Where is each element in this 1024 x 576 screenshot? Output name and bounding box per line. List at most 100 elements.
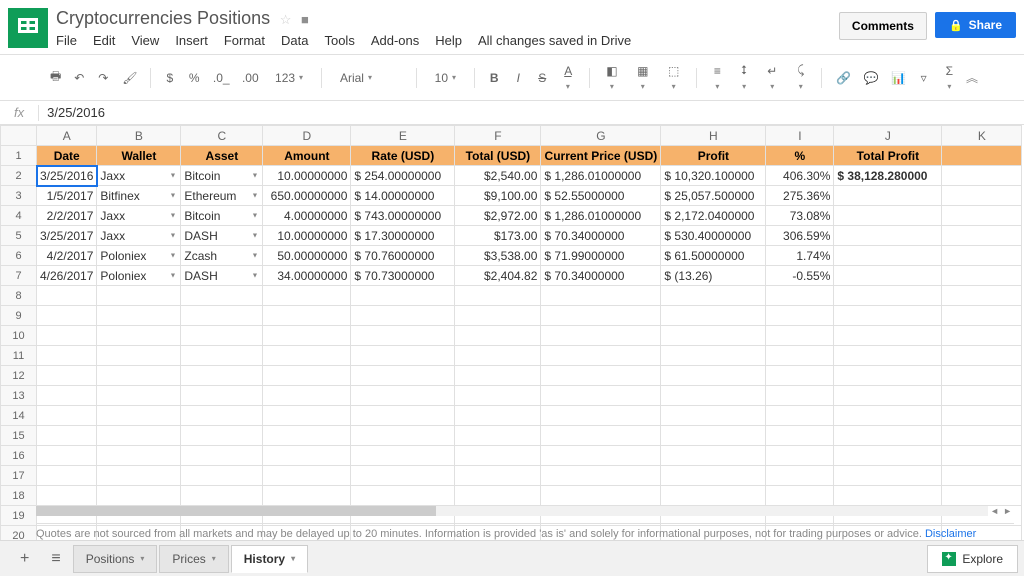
col-header-C[interactable]: C <box>181 126 263 146</box>
cell[interactable] <box>766 366 834 386</box>
cell[interactable] <box>181 306 263 326</box>
cell[interactable] <box>834 186 942 206</box>
cell[interactable]: 3/25/2016 <box>37 166 97 186</box>
row-header[interactable]: 8 <box>1 286 37 306</box>
cell[interactable] <box>541 386 661 406</box>
cell[interactable]: 10.00000000 <box>263 166 351 186</box>
row-header[interactable]: 4 <box>1 206 37 226</box>
cell[interactable] <box>37 306 97 326</box>
cell[interactable] <box>97 326 181 346</box>
dec-decimal-icon[interactable]: .0_ <box>209 67 232 89</box>
cell[interactable]: 406.30% <box>766 166 834 186</box>
cell[interactable]: 4.00000000 <box>263 206 351 226</box>
add-sheet-button[interactable]: + <box>10 544 39 574</box>
cell[interactable] <box>766 346 834 366</box>
cell[interactable] <box>455 346 541 366</box>
cell[interactable] <box>661 286 766 306</box>
row-header[interactable]: 15 <box>1 426 37 446</box>
cell[interactable] <box>942 386 1022 406</box>
cell[interactable] <box>661 326 766 346</box>
row-header[interactable]: 7 <box>1 266 37 286</box>
cell[interactable]: $ 52.55000000 <box>541 186 661 206</box>
inc-decimal-icon[interactable]: .00 <box>238 67 261 89</box>
sheets-logo[interactable] <box>8 8 48 48</box>
cell[interactable]: $ 70.76000000 <box>351 246 455 266</box>
comment-icon[interactable]: 💬 <box>860 67 882 89</box>
cell[interactable]: 306.59% <box>766 226 834 246</box>
row-header[interactable]: 13 <box>1 386 37 406</box>
cell[interactable]: DASH <box>181 266 263 286</box>
italic-icon[interactable]: I <box>509 67 527 89</box>
cell[interactable] <box>455 426 541 446</box>
cell[interactable]: -0.55% <box>766 266 834 286</box>
row-header[interactable]: 17 <box>1 466 37 486</box>
column-title[interactable]: Amount <box>263 146 351 166</box>
strike-icon[interactable]: S <box>533 67 551 89</box>
cell[interactable] <box>766 406 834 426</box>
cell[interactable] <box>181 346 263 366</box>
cell[interactable] <box>37 406 97 426</box>
fill-color-icon[interactable]: ◧ ▾ <box>599 60 624 96</box>
cell[interactable] <box>541 486 661 506</box>
cell[interactable] <box>351 386 455 406</box>
cell[interactable] <box>541 406 661 426</box>
cell[interactable] <box>661 426 766 446</box>
menu-data[interactable]: Data <box>281 33 308 48</box>
text-color-icon[interactable]: A ▾ <box>557 60 578 96</box>
cell[interactable] <box>942 306 1022 326</box>
row-header[interactable]: 2 <box>1 166 37 186</box>
share-button[interactable]: Share <box>935 12 1016 38</box>
currency-icon[interactable]: $ <box>161 67 179 89</box>
cell[interactable] <box>942 166 1022 186</box>
row-header[interactable]: 19 <box>1 506 37 526</box>
cell[interactable] <box>37 486 97 506</box>
cell[interactable] <box>263 426 351 446</box>
menu-file[interactable]: File <box>56 33 77 48</box>
row-header[interactable]: 12 <box>1 366 37 386</box>
cell[interactable]: Jaxx <box>97 166 181 186</box>
cell[interactable] <box>97 466 181 486</box>
cell[interactable] <box>97 366 181 386</box>
row-header[interactable]: 14 <box>1 406 37 426</box>
cell[interactable] <box>766 486 834 506</box>
cell[interactable]: Jaxx <box>97 206 181 226</box>
cell[interactable]: 10.00000000 <box>263 226 351 246</box>
cell[interactable] <box>351 446 455 466</box>
col-header-F[interactable]: F <box>455 126 541 146</box>
cell[interactable]: $3,538.00 <box>455 246 541 266</box>
cell[interactable] <box>97 386 181 406</box>
cell[interactable]: $ 743.00000000 <box>351 206 455 226</box>
fx-value[interactable]: 3/25/2016 <box>39 105 105 120</box>
cell[interactable]: DASH <box>181 226 263 246</box>
cell[interactable] <box>351 426 455 446</box>
cell[interactable] <box>942 246 1022 266</box>
cell[interactable] <box>37 386 97 406</box>
cell[interactable] <box>181 386 263 406</box>
cell[interactable] <box>97 306 181 326</box>
menu-edit[interactable]: Edit <box>93 33 115 48</box>
row-header[interactable]: 1 <box>1 146 37 166</box>
more-formats[interactable]: 123 ▾ <box>267 69 311 87</box>
col-header-K[interactable]: K <box>942 126 1022 146</box>
wrap-icon[interactable]: ↵ ▾ <box>760 60 784 96</box>
filter-icon[interactable]: ▿ <box>915 67 933 89</box>
column-title[interactable]: Wallet <box>97 146 181 166</box>
column-title[interactable]: Total Profit <box>834 146 942 166</box>
cell[interactable] <box>541 366 661 386</box>
cell[interactable]: 50.00000000 <box>263 246 351 266</box>
cell[interactable]: $ 254.00000000 <box>351 166 455 186</box>
cell[interactable] <box>455 486 541 506</box>
cell[interactable] <box>351 326 455 346</box>
cell[interactable]: $ 1,286.01000000 <box>541 206 661 226</box>
row-header[interactable]: 3 <box>1 186 37 206</box>
cell[interactable] <box>455 286 541 306</box>
row-header[interactable]: 5 <box>1 226 37 246</box>
cell[interactable] <box>661 366 766 386</box>
cell[interactable] <box>834 366 942 386</box>
cell[interactable]: 275.36% <box>766 186 834 206</box>
col-header-I[interactable]: I <box>766 126 834 146</box>
cell[interactable] <box>942 326 1022 346</box>
cell[interactable] <box>661 486 766 506</box>
functions-icon[interactable]: Σ ▾ <box>939 60 960 96</box>
undo-icon[interactable]: ↶ <box>70 67 88 89</box>
